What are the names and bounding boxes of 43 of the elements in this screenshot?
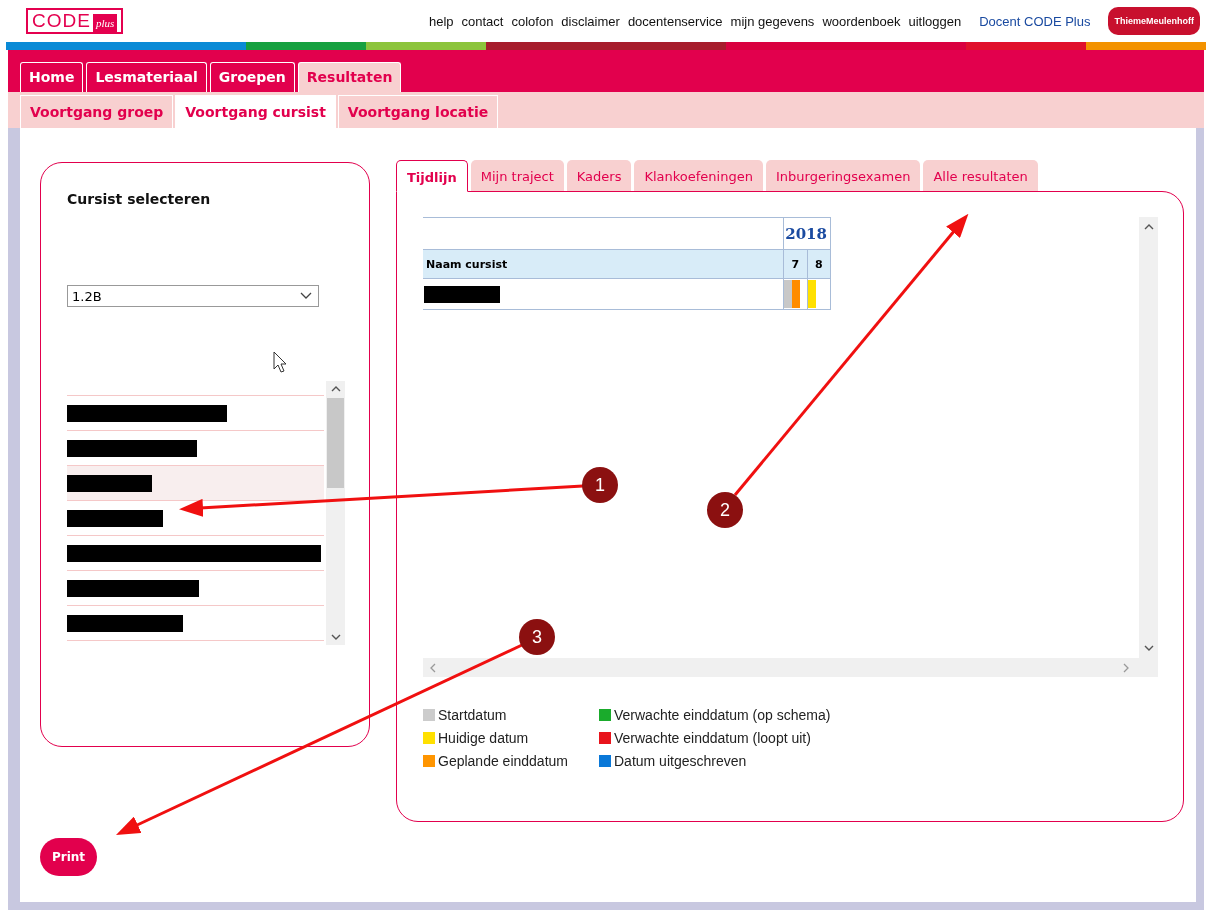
- header-link[interactable]: mijn gegevens: [730, 13, 815, 29]
- result-tab[interactable]: Inburgeringsexamen: [765, 160, 921, 191]
- chevron-down-icon[interactable]: [1143, 645, 1154, 652]
- user-link[interactable]: Docent CODE Plus: [979, 13, 1091, 29]
- legend-label: Datum uitgeschreven: [614, 753, 747, 769]
- legend-label: Verwachte einddatum (loopt uit): [614, 730, 811, 746]
- nav-tab[interactable]: Home: [20, 62, 84, 92]
- chevron-down-icon[interactable]: [330, 634, 341, 641]
- header-link[interactable]: colofon: [511, 13, 554, 29]
- header-link[interactable]: help: [428, 13, 454, 29]
- nav-tab[interactable]: Groepen: [209, 62, 295, 92]
- header-link[interactable]: uitloggen: [908, 13, 962, 29]
- year-header: 2018: [783, 217, 831, 250]
- panel-title: Cursist selecteren: [67, 191, 212, 207]
- logo[interactable]: CODE plus: [26, 8, 124, 34]
- print-button[interactable]: Print: [40, 838, 98, 876]
- legend-label: Verwachte einddatum (op schema): [614, 707, 831, 723]
- header-link[interactable]: docentenservice: [627, 13, 723, 29]
- result-tab[interactable]: Mijn traject: [470, 160, 564, 191]
- mouse-pointer-icon: [273, 351, 289, 375]
- chevron-down-icon: [300, 292, 312, 300]
- nav-tab[interactable]: Resultaten: [297, 62, 402, 92]
- result-tab[interactable]: Alle resultaten: [923, 160, 1038, 191]
- legend-label: Startdatum: [438, 707, 507, 723]
- vertical-scrollbar[interactable]: [326, 381, 345, 645]
- scroll-thumb[interactable]: [327, 398, 344, 488]
- sub-nav-tab[interactable]: Voortgang cursist: [175, 95, 336, 128]
- header-link[interactable]: woordenboek: [822, 13, 901, 29]
- header-link[interactable]: contact: [461, 13, 504, 29]
- chevron-up-icon[interactable]: [1143, 223, 1154, 230]
- vertical-scrollbar[interactable]: [1139, 217, 1158, 658]
- legend-label: Geplande einddatum: [438, 753, 568, 769]
- result-tab[interactable]: Kaders: [566, 160, 632, 191]
- chevron-up-icon[interactable]: [330, 385, 341, 392]
- nav-tab[interactable]: Lesmateriaal: [86, 62, 207, 92]
- result-tab[interactable]: Klankoefeningen: [634, 160, 763, 191]
- column-header: Naam cursist: [423, 249, 784, 279]
- result-tab[interactable]: Tijdlijn: [396, 160, 468, 192]
- header-link[interactable]: disclaimer: [561, 13, 620, 29]
- publisher-logo[interactable]: ThiemeMeulenhoff: [1108, 7, 1200, 35]
- group-dropdown[interactable]: 1.2B: [67, 285, 319, 307]
- student-row[interactable]: [67, 466, 324, 501]
- legend-label: Huidige datum: [438, 730, 529, 746]
